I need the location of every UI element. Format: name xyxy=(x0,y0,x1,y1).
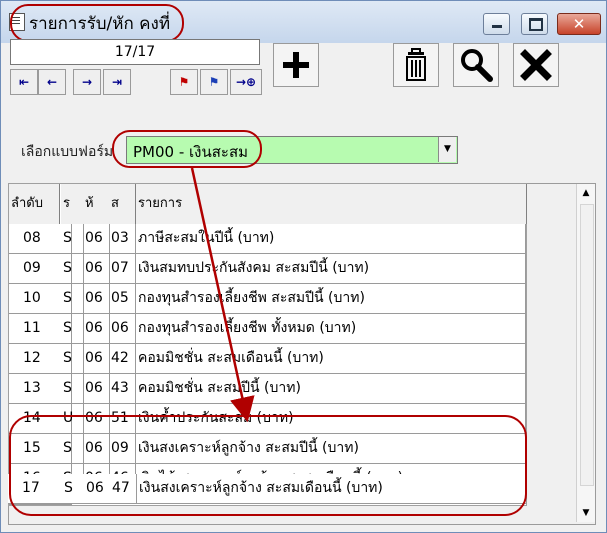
annotation-arrow xyxy=(190,167,255,423)
annotation-arrow-line xyxy=(190,167,255,423)
